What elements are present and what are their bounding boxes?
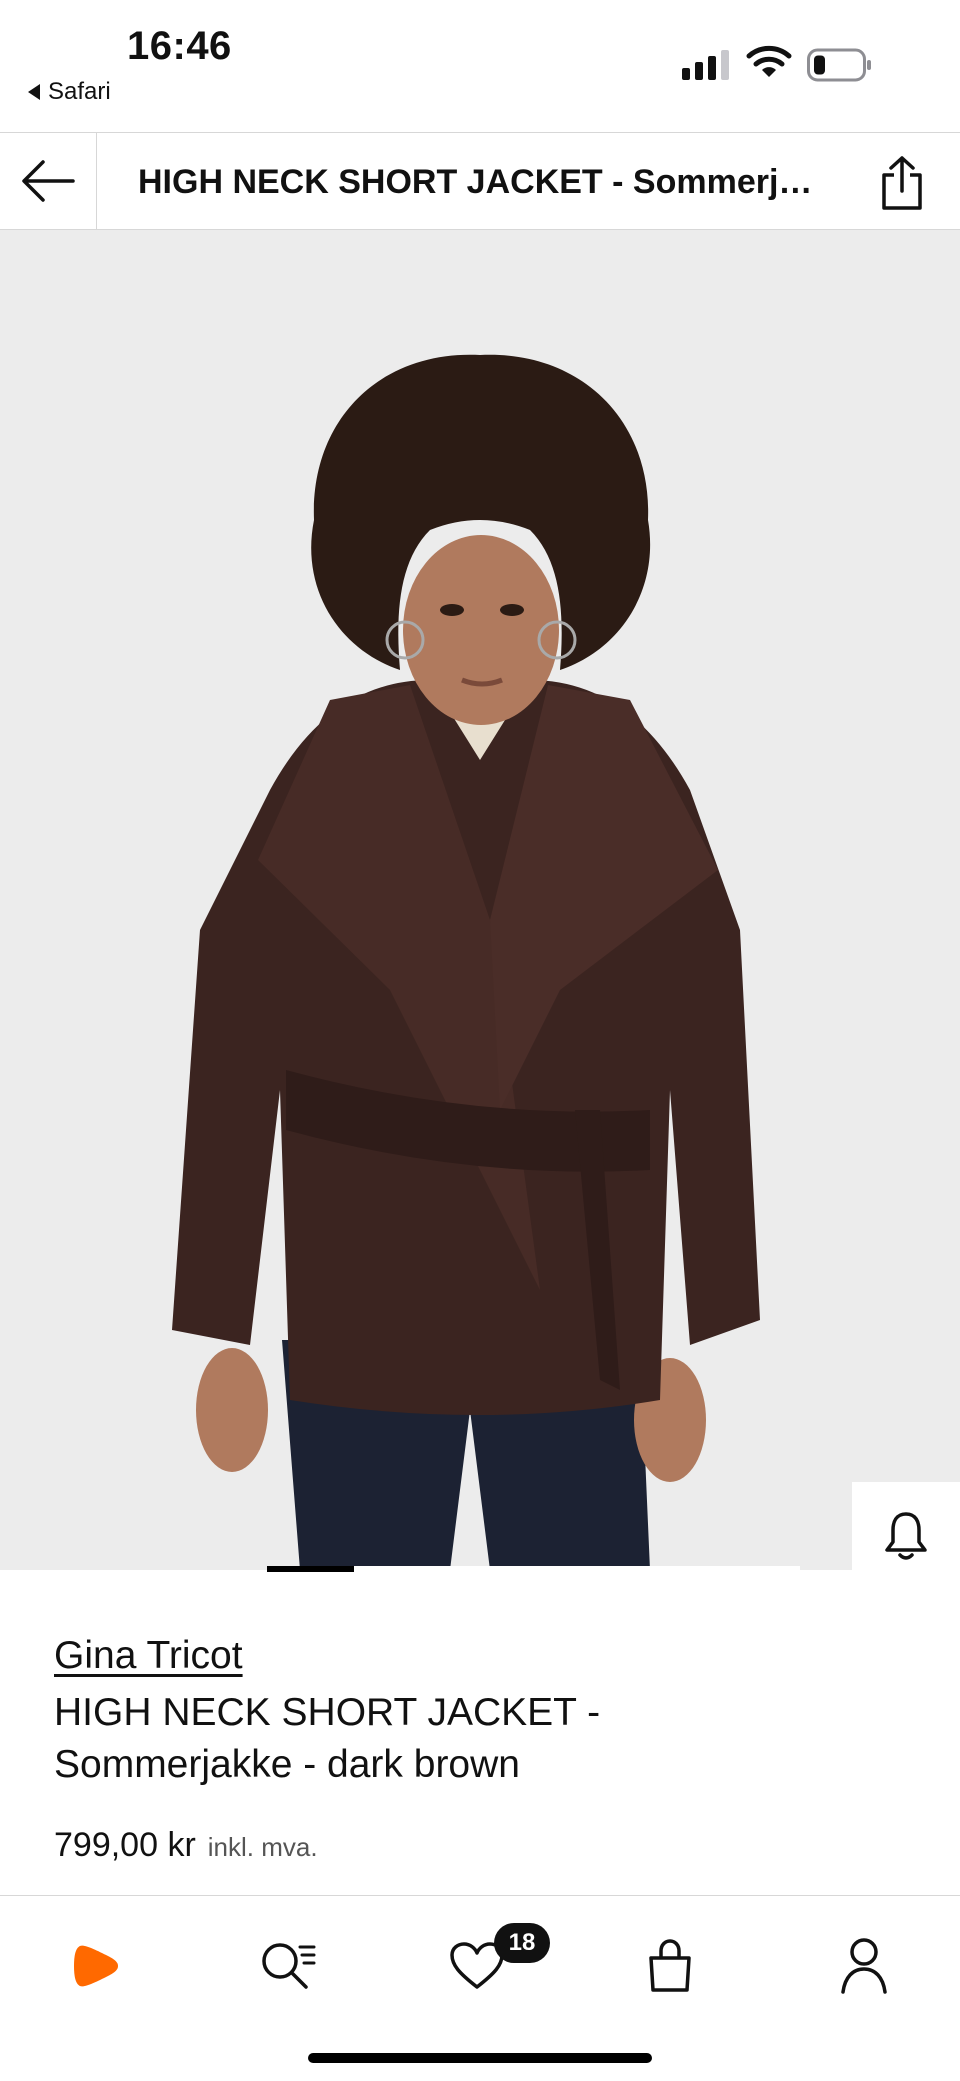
back-triangle-icon: [28, 84, 40, 100]
nav-bag[interactable]: [630, 1926, 710, 2006]
home-indicator: [308, 2053, 652, 2063]
notify-button[interactable]: [852, 1482, 960, 1570]
wifi-icon: [746, 45, 792, 77]
signal-strength-icon: [682, 50, 729, 80]
product-price: 799,00 kr: [54, 1826, 196, 1864]
vat-note: inkl. mva.: [207, 1832, 318, 1862]
share-icon: [882, 156, 922, 210]
back-app-label: Safari: [48, 78, 111, 105]
model-wearing-jacket-photo: [0, 230, 960, 1570]
shopping-bag-icon: [649, 1939, 691, 1992]
search-icon: [262, 1943, 316, 1989]
product-name-line1: HIGH NECK SHORT JACKET -: [54, 1691, 601, 1734]
product-action-stack: [852, 1482, 960, 1570]
product-image[interactable]: [0, 230, 960, 1570]
status-time: 16:46: [127, 24, 232, 68]
carousel-indicator-active: [267, 1566, 354, 1572]
nav-profile[interactable]: [824, 1926, 904, 2006]
page-title: HIGH NECK SHORT JACKET - Sommerjakke - d…: [138, 163, 828, 201]
nav-search[interactable]: [248, 1926, 328, 2006]
price-row: 799,00 kr inkl. mva.: [54, 1826, 318, 1865]
user-icon: [841, 1938, 887, 1994]
nav-home[interactable]: [56, 1926, 136, 2006]
status-bar: 16:46 Safari: [0, 0, 960, 132]
arrow-left-icon: [22, 160, 75, 202]
back-to-safari-link[interactable]: Safari: [28, 78, 111, 106]
brand-link[interactable]: Gina Tricot: [54, 1634, 243, 1678]
share-button[interactable]: [872, 153, 932, 213]
product-name: HIGH NECK SHORT JACKET - Sommerjakke - d…: [54, 1687, 904, 1791]
wishlist-count-badge: 18: [494, 1923, 550, 1963]
bell-icon: [885, 1512, 927, 1560]
product-name-line2: Sommerjakke - dark brown: [54, 1743, 520, 1786]
back-button[interactable]: [0, 133, 97, 229]
bottom-navigation: 18: [0, 1895, 960, 2081]
app-header: HIGH NECK SHORT JACKET - Sommerjakke - d…: [0, 132, 960, 230]
carousel-indicator-track: [354, 1566, 800, 1572]
zalando-logo-icon: [74, 1945, 118, 1987]
battery-low-icon: [807, 48, 871, 82]
